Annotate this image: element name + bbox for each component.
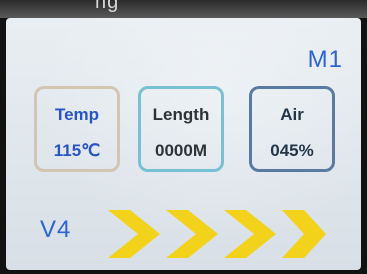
length-label: Length <box>152 105 210 124</box>
air-label: Air <box>280 105 304 124</box>
progress-arrows <box>108 210 326 258</box>
length-value: 0000M <box>155 141 207 160</box>
chevron-right-icon <box>282 210 326 258</box>
device-frame: ng M1 Temp 115℃ Length 0000M Air 045% V4 <box>0 0 367 274</box>
chevron-right-icon <box>224 210 276 258</box>
chevron-right-icon <box>108 210 160 258</box>
version-label: V4 <box>40 216 72 243</box>
temp-label: Temp <box>54 105 100 124</box>
mode-indicator: M1 <box>307 46 343 73</box>
chevron-right-icon <box>166 210 218 258</box>
temp-value: 115℃ <box>53 141 101 160</box>
length-card[interactable]: Length 0000M <box>138 86 224 172</box>
top-bezel: ng <box>0 0 367 18</box>
air-value: 045% <box>270 141 314 160</box>
lcd-screen: M1 Temp 115℃ Length 0000M Air 045% V4 <box>6 18 361 270</box>
top-bezel-text: ng <box>95 0 120 13</box>
air-card[interactable]: Air 045% <box>249 86 335 172</box>
temp-card[interactable]: Temp 115℃ <box>34 86 120 172</box>
